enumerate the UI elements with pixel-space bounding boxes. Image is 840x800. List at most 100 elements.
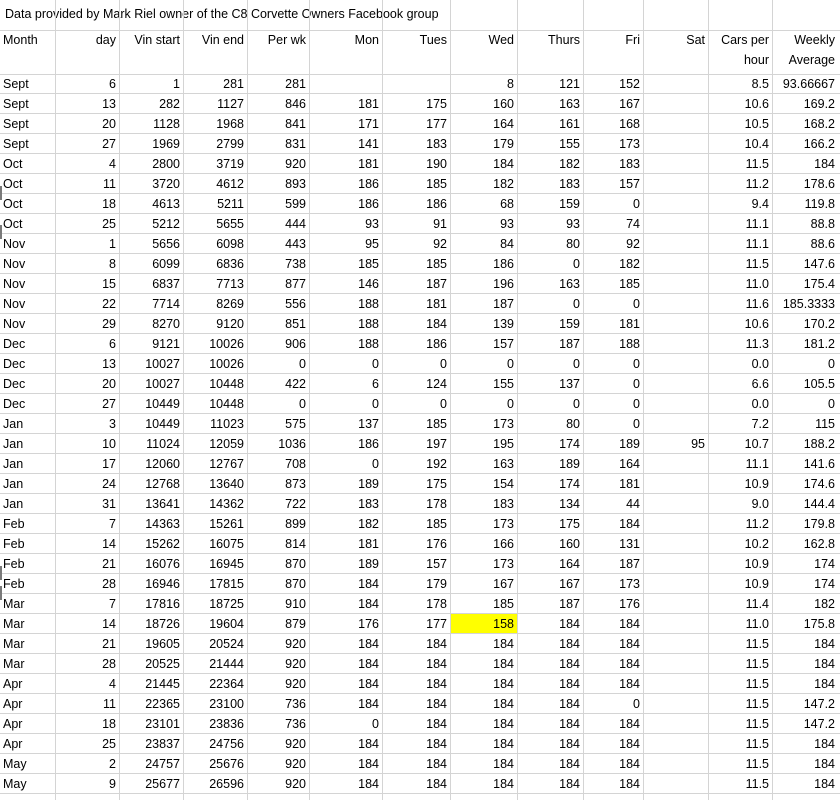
cell-vin-end[interactable]: 23100	[186, 694, 244, 714]
cell-vin-start[interactable]: 4613	[122, 194, 180, 214]
cell-vin-end[interactable]: 6098	[186, 234, 244, 254]
cell-sat[interactable]	[646, 174, 705, 194]
cell-month[interactable]: Sept	[3, 134, 52, 154]
cell-mon[interactable]: 186	[312, 434, 379, 454]
cell-weekly-average[interactable]: 0	[775, 354, 835, 374]
cell-mon[interactable]: 93	[312, 214, 379, 234]
cell-cars-per-hour[interactable]: 10.7	[711, 434, 769, 454]
cell-sat[interactable]	[646, 354, 705, 374]
cell-weekly-average[interactable]: 184	[775, 774, 835, 794]
header-day[interactable]: day	[58, 30, 116, 70]
cell-weekly-average[interactable]: 168.2	[775, 114, 835, 134]
cell-vin-start[interactable]: 14363	[122, 514, 180, 534]
cell-weekly-average[interactable]: 184	[775, 154, 835, 174]
cell-vin-start[interactable]: 7714	[122, 294, 180, 314]
cell-fri[interactable]: 152	[586, 74, 640, 94]
cell-day[interactable]: 22	[58, 294, 116, 314]
cell-fri[interactable]: 181	[586, 474, 640, 494]
cell-fri[interactable]: 173	[586, 574, 640, 594]
cell-thurs[interactable]: 174	[520, 434, 580, 454]
cell-thurs[interactable]: 182	[520, 154, 580, 174]
cell-vin-start[interactable]: 11024	[122, 434, 180, 454]
cell-fri[interactable]: 168	[586, 114, 640, 134]
cell-per-wk[interactable]: 738	[250, 254, 306, 274]
cell-cars-per-hour[interactable]: 10.2	[711, 534, 769, 554]
header-thurs[interactable]: Thurs	[520, 30, 580, 70]
cell-vin-start[interactable]: 23101	[122, 714, 180, 734]
cell-thurs[interactable]: 187	[520, 594, 580, 614]
cell-tues[interactable]: 179	[385, 574, 447, 594]
cell-day[interactable]: 6	[58, 334, 116, 354]
cell-month[interactable]: Mar	[3, 614, 52, 634]
cell-per-wk[interactable]: 736	[250, 694, 306, 714]
cell-fri[interactable]: 189	[586, 434, 640, 454]
cell-day[interactable]: 21	[58, 634, 116, 654]
cell-sat[interactable]	[646, 114, 705, 134]
cell-tues[interactable]: 177	[385, 114, 447, 134]
cell-sat[interactable]	[646, 494, 705, 514]
cell-mon[interactable]: 184	[312, 774, 379, 794]
cell-tues[interactable]: 184	[385, 634, 447, 654]
cell-mon[interactable]: 141	[312, 134, 379, 154]
cell-tues[interactable]: 197	[385, 434, 447, 454]
cell-month[interactable]: Sept	[3, 94, 52, 114]
cell-thurs[interactable]: 159	[520, 194, 580, 214]
cell-day[interactable]: 7	[58, 514, 116, 534]
cell-vin-end[interactable]: 14362	[186, 494, 244, 514]
cell-tues[interactable]: 181	[385, 294, 447, 314]
cell-vin-end[interactable]: 281	[186, 74, 244, 94]
cell-wed[interactable]: 182	[453, 174, 514, 194]
cell-day[interactable]: 4	[58, 674, 116, 694]
cell-weekly-average[interactable]: 188.2	[775, 434, 835, 454]
cell-tues[interactable]: 185	[385, 254, 447, 274]
cell-wed[interactable]: 139	[453, 314, 514, 334]
cell-vin-start[interactable]: 1969	[122, 134, 180, 154]
cell-vin-end[interactable]: 15261	[186, 514, 244, 534]
cell-thurs[interactable]: 160	[520, 534, 580, 554]
cell-day[interactable]: 4	[58, 154, 116, 174]
cell-wed[interactable]: 173	[453, 514, 514, 534]
cell-wed[interactable]: 164	[453, 114, 514, 134]
cell-per-wk[interactable]: 556	[250, 294, 306, 314]
cell-vin-end[interactable]: 23836	[186, 714, 244, 734]
cell-wed[interactable]: 8	[453, 74, 514, 94]
cell-sat[interactable]	[646, 474, 705, 494]
cell-day[interactable]: 25	[58, 214, 116, 234]
cell-day[interactable]: 27	[58, 394, 116, 414]
cell-cars-per-hour[interactable]: 6.6	[711, 374, 769, 394]
cell-per-wk[interactable]: 444	[250, 214, 306, 234]
cell-thurs[interactable]: 184	[520, 674, 580, 694]
cell-sat[interactable]	[646, 574, 705, 594]
cell-wed[interactable]: 167	[453, 574, 514, 594]
cell-tues[interactable]: 184	[385, 674, 447, 694]
cell-vin-end[interactable]: 10026	[186, 354, 244, 374]
cell-vin-end[interactable]: 21444	[186, 654, 244, 674]
cell-thurs[interactable]: 134	[520, 494, 580, 514]
cell-month[interactable]: Mar	[3, 594, 52, 614]
cell-month[interactable]: Nov	[3, 274, 52, 294]
cell-thurs[interactable]: 183	[520, 174, 580, 194]
cell-vin-start[interactable]: 16946	[122, 574, 180, 594]
cell-vin-end[interactable]: 5211	[186, 194, 244, 214]
cell-sat[interactable]	[646, 614, 705, 634]
cell-vin-end[interactable]: 7713	[186, 274, 244, 294]
cell-month[interactable]: Apr	[3, 674, 52, 694]
cell-weekly-average[interactable]: 105.5	[775, 374, 835, 394]
cell-cars-per-hour[interactable]: 11.1	[711, 234, 769, 254]
cell-sat[interactable]	[646, 634, 705, 654]
cell-vin-end[interactable]: 25676	[186, 754, 244, 774]
cell-day[interactable]: 24	[58, 474, 116, 494]
cell-mon[interactable]: 181	[312, 154, 379, 174]
cell-mon[interactable]: 184	[312, 634, 379, 654]
cell-month[interactable]: Nov	[3, 314, 52, 334]
cell-thurs[interactable]: 184	[520, 754, 580, 774]
cell-wed[interactable]: 163	[453, 454, 514, 474]
cell-weekly-average[interactable]: 115	[775, 414, 835, 434]
cell-vin-start[interactable]: 282	[122, 94, 180, 114]
header-vin-end[interactable]: Vin end	[186, 30, 244, 70]
cell-tues[interactable]: 186	[385, 194, 447, 214]
cell-day[interactable]: 6	[58, 74, 116, 94]
cell-wed[interactable]: 173	[453, 414, 514, 434]
cell-tues[interactable]: 184	[385, 694, 447, 714]
header-cars-per-hour[interactable]: Cars per hour	[711, 30, 769, 70]
